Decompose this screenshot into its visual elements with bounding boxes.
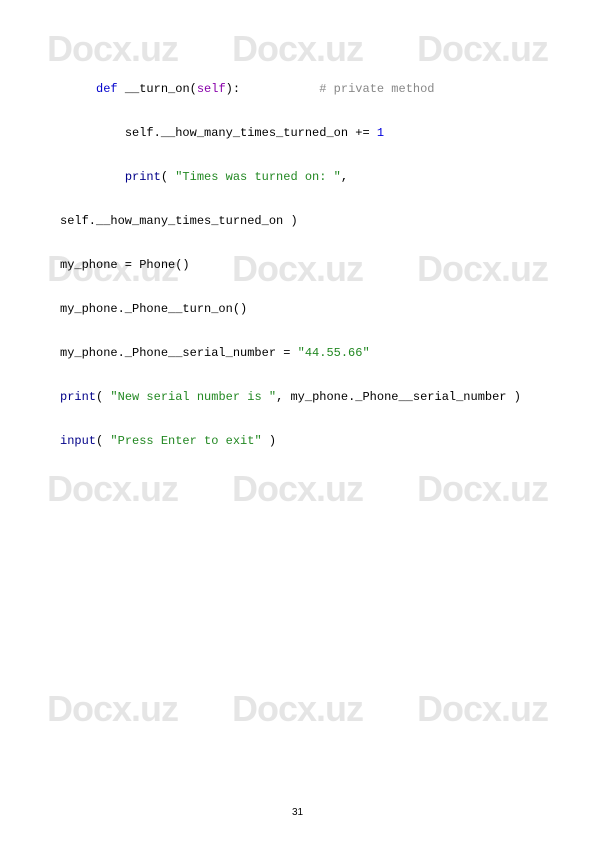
code-line-8: print( "New serial number is ", my_phone… (60, 386, 547, 408)
code-line-2: self.__how_many_times_turned_on += 1 (60, 122, 547, 144)
code-line-6: my_phone._Phone__turn_on() (60, 298, 547, 320)
code-line-5: my_phone = Phone() (60, 254, 547, 276)
code-line-4: self.__how_many_times_turned_on ) (60, 210, 547, 232)
keyword-def: def (96, 82, 118, 96)
string-literal: "Times was turned on: " (175, 170, 341, 184)
code-line-7: my_phone._Phone__serial_number = "44.55.… (60, 342, 547, 364)
watermark-text: Docx.uz (417, 688, 548, 730)
comment: # private method (319, 82, 434, 96)
code-line-9: input( "Press Enter to exit" ) (60, 430, 547, 452)
string-literal: "44.55.66" (298, 346, 370, 360)
builtin-print: print (125, 170, 161, 184)
builtin-print: print (60, 390, 96, 404)
string-literal: "Press Enter to exit" (110, 434, 261, 448)
watermark-text: Docx.uz (417, 468, 548, 510)
watermark-row: Docx.uz Docx.uz Docx.uz (0, 468, 595, 510)
watermark-row: Docx.uz Docx.uz Docx.uz (0, 688, 595, 730)
string-literal: "New serial number is " (110, 390, 276, 404)
watermark-text: Docx.uz (47, 468, 178, 510)
method-name: __turn_on (125, 82, 190, 96)
watermark-text: Docx.uz (232, 688, 363, 730)
page-number: 31 (0, 807, 595, 818)
keyword-self: self (197, 82, 226, 96)
watermark-text: Docx.uz (47, 688, 178, 730)
code-line-1: def __turn_on(self): # private method (60, 78, 547, 100)
number-literal: 1 (377, 126, 384, 140)
code-line-3: print( "Times was turned on: ", (60, 166, 547, 188)
builtin-input: input (60, 434, 96, 448)
watermark-text: Docx.uz (232, 468, 363, 510)
code-block: def __turn_on(self): # private method se… (60, 56, 547, 474)
